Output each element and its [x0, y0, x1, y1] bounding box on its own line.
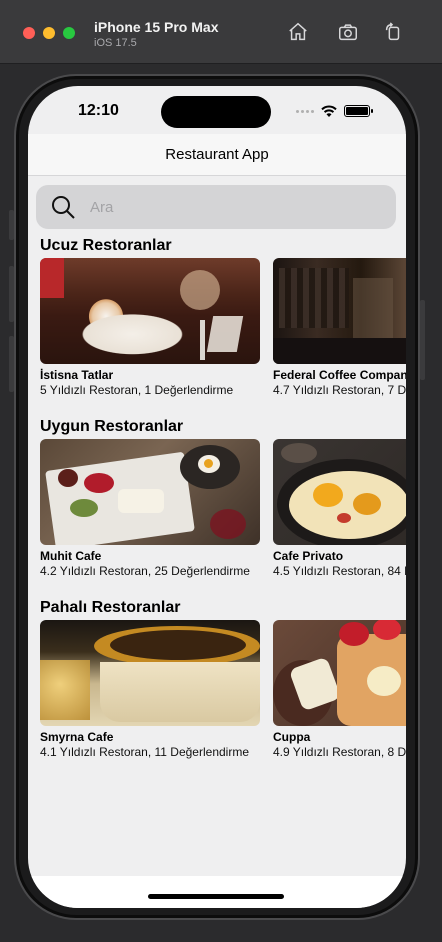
status-icons [296, 104, 373, 118]
search-input[interactable] [90, 198, 340, 216]
section-expensive-restaurants: Pahalı Restoranlar Smyrna Cafe 4.1 Yıldı… [40, 598, 406, 770]
restaurant-card[interactable]: Federal Coffee Company 4.7 Yıldızlı Rest… [273, 258, 406, 397]
section-cheap-restaurants: Ucuz Restoranlar İstisna Tatlar 5 Yıldız… [40, 236, 406, 408]
restaurant-rating: 4.2 Yıldızlı Restoran, 25 Değerlendirme [40, 564, 250, 578]
restaurant-carousel[interactable]: İstisna Tatlar 5 Yıldızlı Restoran, 1 De… [40, 258, 406, 408]
section-title: Pahalı Restoranlar [40, 599, 181, 616]
navigation-bar: Restaurant App [28, 134, 406, 176]
section-title: Uygun Restoranlar [40, 418, 184, 435]
section-title: Ucuz Restoranlar [40, 237, 172, 254]
restaurant-rating: 5 Yıldızlı Restoran, 1 Değerlendirme [40, 383, 234, 397]
restaurant-name: İstisna Tatlar [40, 368, 114, 382]
restaurant-carousel[interactable]: Muhit Cafe 4.2 Yıldızlı Restoran, 25 Değ… [40, 439, 406, 589]
restaurant-card[interactable]: Cuppa 4.9 Yıldızlı Restoran, 8 Değerlend… [273, 620, 406, 759]
screenshot-button[interactable] [336, 20, 360, 44]
rotate-icon [385, 22, 400, 41]
restaurant-card[interactable]: Smyrna Cafe 4.1 Yıldızlı Restoran, 11 De… [40, 620, 260, 759]
page-title: Restaurant App [165, 146, 269, 163]
restaurant-image [273, 439, 406, 545]
restaurant-card[interactable]: Muhit Cafe 4.2 Yıldızlı Restoran, 25 Değ… [40, 439, 260, 578]
restaurant-image [273, 620, 406, 726]
wifi-icon [321, 105, 337, 117]
restaurant-card[interactable]: İstisna Tatlar 5 Yıldızlı Restoran, 1 De… [40, 258, 260, 397]
restaurant-image [40, 258, 260, 364]
signal-icon [296, 109, 314, 113]
zoom-window-button[interactable] [63, 27, 75, 39]
simulator-device-name: iPhone 15 Pro Max [94, 19, 219, 35]
battery-icon [344, 105, 373, 117]
dynamic-island [161, 96, 271, 128]
search-icon [52, 196, 75, 219]
restaurant-image [273, 258, 406, 364]
restaurant-name: Cafe Privato [273, 549, 344, 563]
home-icon [289, 22, 307, 41]
simulator-toolbar: iPhone 15 Pro Max iOS 17.5 [0, 0, 442, 64]
section-affordable-restaurants: Uygun Restoranlar Muhit Cafe 4.2 Yıldızl… [40, 417, 406, 589]
home-indicator[interactable] [148, 894, 284, 899]
minimize-window-button[interactable] [43, 27, 55, 39]
restaurant-name: Cuppa [273, 730, 311, 744]
restaurant-image [40, 439, 260, 545]
restaurant-card[interactable]: Cafe Privato 4.5 Yıldızlı Restoran, 84 D… [273, 439, 406, 578]
simulator-os-version: iOS 17.5 [94, 37, 137, 49]
search-bar[interactable] [36, 185, 396, 229]
restaurant-rating: 4.9 Yıldızlı Restoran, 8 Değerlendirme [273, 745, 406, 759]
home-button[interactable] [286, 20, 310, 44]
restaurant-name: Muhit Cafe [40, 549, 102, 563]
camera-icon [339, 24, 357, 41]
restaurant-carousel[interactable]: Smyrna Cafe 4.1 Yıldızlı Restoran, 11 De… [40, 620, 406, 770]
status-time: 12:10 [78, 102, 119, 119]
close-window-button[interactable] [23, 27, 35, 39]
restaurant-name: Smyrna Cafe [40, 730, 114, 744]
phone-screen: 12:10 Restaurant App Ucuz Restoranlar [28, 86, 406, 908]
home-indicator-area [28, 876, 406, 908]
restaurant-image [40, 620, 260, 726]
rotate-button[interactable] [381, 20, 405, 44]
restaurant-rating: 4.5 Yıldızlı Restoran, 84 Değerlendirme [273, 564, 406, 578]
restaurant-rating: 4.7 Yıldızlı Restoran, 7 Değerlendirme [273, 383, 406, 397]
restaurant-rating: 4.1 Yıldızlı Restoran, 11 Değerlendirme [40, 745, 249, 759]
restaurant-name: Federal Coffee Company [273, 368, 406, 382]
power-button [420, 300, 425, 380]
